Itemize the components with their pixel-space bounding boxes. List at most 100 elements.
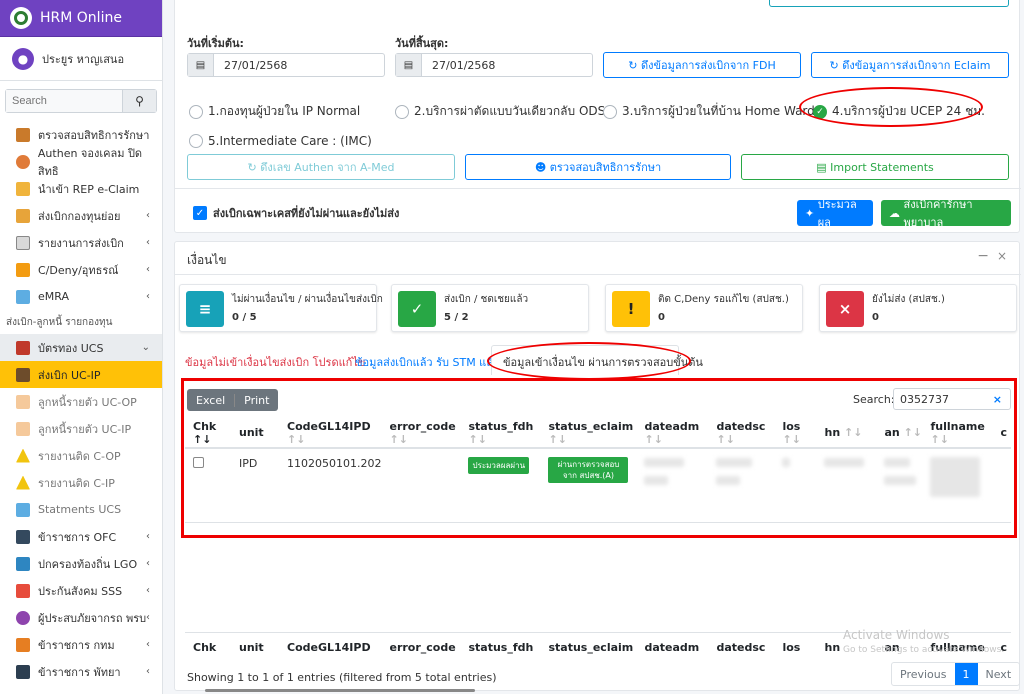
fetch-fdh-button[interactable]: ↻ ดึงข้อมูลการส่งเบิกจาก FDH <box>603 52 801 78</box>
sidebar-item-pattaya[interactable]: ข้าราชการ พัทยา ‹ <box>0 658 162 685</box>
calendar-icon <box>16 289 30 304</box>
sidebar-item-label: รายงานติด C-OP <box>38 449 121 463</box>
chevron-left-icon: ‹ <box>146 585 150 596</box>
filter-card: วันที่เริ่มต้น: วันที่สิ้นสุด: ▤ 27/01/25… <box>174 0 1021 233</box>
page-1-button[interactable]: 1 <box>954 663 978 685</box>
col-an[interactable]: an ↑↓ <box>876 418 922 448</box>
main-content: วันที่เริ่มต้น: วันที่สิ้นสุด: ▤ 27/01/25… <box>172 0 1022 694</box>
report-icon <box>16 235 30 250</box>
sidebar-item-statements[interactable]: Statments UCS <box>0 496 162 523</box>
sidebar-item-authen[interactable]: Authen จองเคลม ปิดสิทธิ <box>0 147 162 178</box>
info-box-value: 0 / 5 <box>232 312 257 323</box>
row-checkbox[interactable] <box>193 457 204 468</box>
print-button[interactable]: Print <box>234 393 278 407</box>
sidebar-item-emra[interactable]: eMRA ‹ <box>0 283 162 310</box>
radio-ip-normal[interactable]: 1.กองทุนผู้ป่วยใน IP Normal <box>189 102 360 121</box>
col-datedsc[interactable]: datedsc ↑↓ <box>708 418 774 448</box>
table-search-value: 0352737 <box>900 392 949 406</box>
cell-status-eclaim: ผ่านการตรวจสอบจาก สปสช.(A) <box>540 448 636 522</box>
sidebar-item-ucs[interactable]: บัตรทอง UCS ⌄ <box>0 334 162 361</box>
authen-amed-label: ดึงเลข Authen จาก A-Med <box>260 161 395 174</box>
sidebar-item-c-ip-report[interactable]: รายงานติด C-IP <box>0 469 162 496</box>
sidebar-item-uc-ip-debtor[interactable]: ลูกหนี้รายตัว UC-IP <box>0 415 162 442</box>
send-claim-button[interactable]: ☁ ส่งเบิกค่ารักษาพยาบาล <box>881 198 1011 229</box>
col-dateadm[interactable]: dateadm ↑↓ <box>636 418 708 448</box>
col-error-code[interactable]: error_code ↑↓ <box>381 418 460 448</box>
start-date-input[interactable]: ▤ 27/01/2568 <box>187 53 385 77</box>
fetch-eclaim-button[interactable]: ↻ ดึงข้อมูลการส่งเบิกจาก Eclaim <box>811 52 1009 78</box>
col-hn[interactable]: hn ↑↓ <box>816 418 876 448</box>
tab-not-passed[interactable]: ข้อมูลไม่เข้าเงื่อนไขส่งเบิก โปรดแก้ไข <box>185 353 365 371</box>
check-rights-button[interactable]: ☻ ตรวจสอบสิทธิการรักษา <box>465 154 731 180</box>
prev-page-button[interactable]: Previous <box>892 663 955 685</box>
collapse-icon[interactable]: − <box>977 248 989 264</box>
authen-amed-button[interactable]: ↻ ดึงเลข Authen จาก A-Med <box>187 154 455 180</box>
send-claim-label: ส่งเบิกค่ารักษาพยาบาล <box>903 198 973 229</box>
clear-search-icon[interactable]: × <box>993 393 1002 406</box>
radio-imc[interactable]: 5.Intermediate Care : (IMC) <box>189 134 372 148</box>
sidebar-item-accident[interactable]: ผู้ประสบภัยจากรถ พรบ ‹ <box>0 604 162 631</box>
sidebar-section-header: ส่งเบิก-ลูกหนี้ รายกองทุน <box>6 316 113 328</box>
footer-error-code: error_code <box>389 640 456 654</box>
sidebar-search-input[interactable] <box>6 90 122 112</box>
sidebar-item-uc-ip[interactable]: ส่งเบิก UC-IP <box>0 361 162 388</box>
windows-watermark-title: Activate Windows <box>843 628 950 642</box>
redacted-text <box>716 458 753 467</box>
fetch-fdh-label: ดึงข้อมูลการส่งเบิกจาก FDH <box>641 59 776 72</box>
table-search-input[interactable]: 0352737 × <box>893 388 1011 410</box>
close-icon[interactable]: × <box>997 249 1007 263</box>
radio-label: 3.บริการผู้ป่วยในที่บ้าน Home Ward <box>622 104 815 118</box>
redacted-text <box>644 476 669 485</box>
avatar: ● <box>12 47 34 70</box>
sidebar-item-label: eMRA <box>38 290 69 303</box>
sidebar-item-sss[interactable]: ประกันสังคม SSS ‹ <box>0 577 162 604</box>
sidebar-item-uc-op-debtor[interactable]: ลูกหนี้รายตัว UC-OP <box>0 388 162 415</box>
sidebar-item-report[interactable]: รายงานการส่งเบิก ‹ <box>0 229 162 256</box>
col-los[interactable]: los ↑↓ <box>774 418 816 448</box>
info-box-title: ส่งเบิก / ชดเชยแล้ว <box>444 294 529 305</box>
sidebar-item-bkk[interactable]: ข้าราชการ กทม ‹ <box>0 631 162 658</box>
sidebar-search: ⚲ <box>5 89 157 113</box>
only-unsent-label: ส่งเบิกเฉพาะเคสที่ยังไม่ผ่านและยังไม่ส่ง <box>213 207 400 220</box>
search-icon[interactable]: ⚲ <box>122 90 156 112</box>
sidebar-item-lgo[interactable]: ปกครองท้องถิ่น LGO ‹ <box>0 550 162 577</box>
radio-ods[interactable]: 2.บริการผ่าตัดแบบวันเดียวกลับ ODS <box>395 102 605 121</box>
info-box-value: 0 <box>872 312 879 323</box>
col-chk[interactable]: Chk ↑↓ <box>185 418 231 448</box>
col-status-fdh[interactable]: status_fdh ↑↓ <box>460 418 540 448</box>
redacted-text <box>716 476 741 485</box>
footer-status-fdh: status_fdh <box>468 640 534 654</box>
excel-button[interactable]: Excel <box>187 394 234 407</box>
next-page-button[interactable]: Next <box>978 663 1020 685</box>
sidebar-item-subfund[interactable]: ส่งเบิกกองทุนย่อย ‹ <box>0 202 162 229</box>
footer-code: CodeGL14IPD <box>287 640 371 654</box>
end-date-input[interactable]: ▤ 27/01/2568 <box>395 53 593 77</box>
radio-label: 1.กองทุนผู้ป่วยใน IP Normal <box>208 104 361 118</box>
brand[interactable]: HRM Online <box>0 0 162 37</box>
tab-sent-stm[interactable]: ข้อมูลส่งเบิกแล้ว รับ STM แล้ว <box>355 353 499 371</box>
col-status-eclaim[interactable]: status_eclaim ↑↓ <box>540 418 636 448</box>
radio-home-ward[interactable]: 3.บริการผู้ป่วยในที่บ้าน Home Ward <box>603 102 815 121</box>
highlight-ellipse <box>799 87 983 127</box>
horizontal-scrollbar[interactable] <box>205 689 475 692</box>
col-c[interactable]: c <box>992 418 1011 448</box>
cell-datedsc <box>708 448 774 522</box>
warning-icon <box>16 475 30 490</box>
x-icon: × <box>826 291 864 327</box>
sidebar-item-deny[interactable]: C/Deny/อุทธรณ์ ‹ <box>0 256 162 283</box>
check-rights-label: ตรวจสอบสิทธิการรักษา <box>549 161 662 174</box>
cell-hn <box>816 448 876 522</box>
cell-fullname <box>922 448 992 522</box>
sidebar-item-ofc[interactable]: ข้าราชการ OFC ‹ <box>0 523 162 550</box>
sidebar-item-c-op-report[interactable]: รายงานติด C-OP <box>0 442 162 469</box>
divider <box>175 274 1021 275</box>
process-button[interactable]: ✦ ประมวลผล <box>797 198 873 229</box>
only-unsent-checkbox[interactable]: ✓ ส่งเบิกเฉพาะเคสที่ยังไม่ผ่านและยังไม่ส… <box>193 204 399 222</box>
col-unit[interactable]: unit <box>231 418 279 448</box>
info-box-unsent: × ยังไม่ส่ง (สปสช.) 0 <box>819 284 1017 332</box>
col-fullname[interactable]: fullname ↑↓ <box>922 418 992 448</box>
sidebar-item-import-rep[interactable]: นำเข้า REP e-Claim <box>0 175 162 202</box>
col-code[interactable]: CodeGL14IPD ↑↓ <box>279 418 381 448</box>
user-panel[interactable]: ● ประยูร หาญเสนอ <box>0 37 162 81</box>
import-statements-button[interactable]: ▤ Import Statements <box>741 154 1009 180</box>
